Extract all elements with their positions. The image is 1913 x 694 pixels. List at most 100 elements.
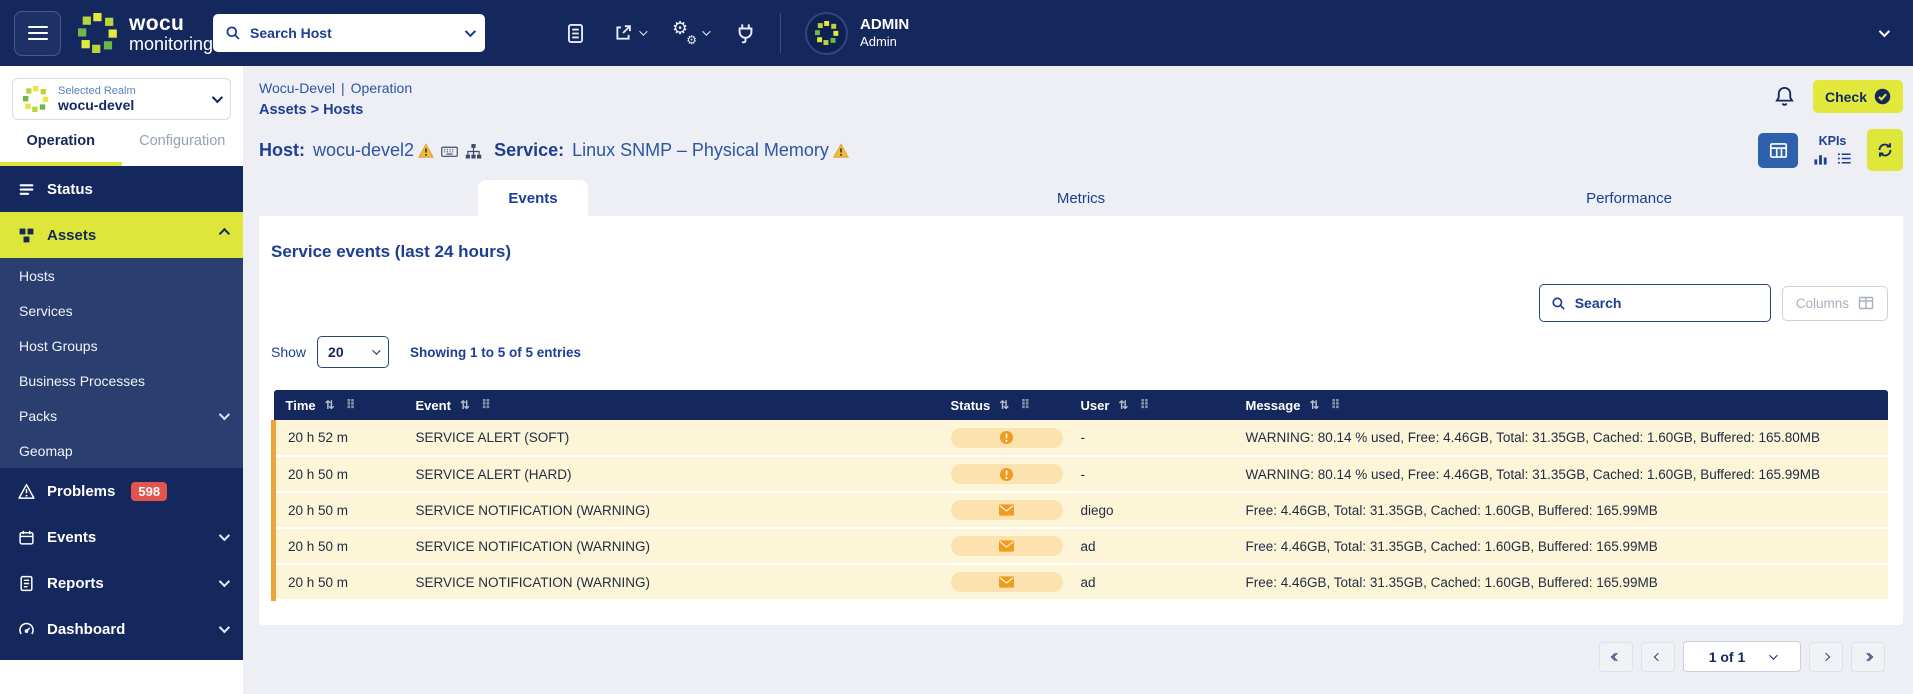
- sitemap-icon[interactable]: [465, 143, 482, 160]
- column-header-event[interactable]: Event ⇅ ⠿: [403, 390, 939, 420]
- tab-operation[interactable]: Operation: [0, 120, 122, 166]
- sidebar-item-assets[interactable]: Assets: [0, 212, 243, 258]
- service-value[interactable]: Linux SNMP – Physical Memory: [572, 140, 829, 161]
- realm-selector[interactable]: Selected Realm wocu-devel: [12, 78, 231, 120]
- sort-icon[interactable]: ⇅: [999, 398, 1009, 412]
- submenu-label: Business Processes: [19, 372, 146, 389]
- cell-time: 20 h 50 m: [271, 492, 404, 529]
- column-header-status[interactable]: Status ⇅ ⠿: [938, 390, 1069, 420]
- sidebar-item-events[interactable]: Events: [0, 514, 243, 560]
- cell-time: 20 h 52 m: [271, 420, 404, 457]
- submenu-label: Services: [19, 302, 73, 319]
- sidebar-item-problems[interactable]: Problems 598: [0, 468, 243, 514]
- drag-handle-icon[interactable]: ⠿: [1139, 397, 1149, 413]
- drag-handle-icon[interactable]: ⠿: [1330, 397, 1340, 413]
- sidebar-nav: Status Assets Hosts Services Host Groups…: [0, 166, 243, 660]
- sort-icon[interactable]: ⇅: [325, 398, 335, 412]
- bell-icon[interactable]: [1773, 85, 1796, 108]
- status-badge: [950, 464, 1063, 484]
- sidebar-item-services[interactable]: Services: [0, 293, 243, 328]
- sidebar-item-geomap[interactable]: Geomap: [0, 433, 243, 468]
- assets-cubes-icon: [19, 228, 34, 242]
- warning-triangle-icon: [418, 143, 434, 158]
- settings-button[interactable]: ⚙ ⚙: [672, 19, 711, 46]
- sidebar-item-host-groups[interactable]: Host Groups: [0, 328, 243, 363]
- breadcrumb-realm[interactable]: Wocu-Devel: [259, 80, 335, 96]
- sort-icon[interactable]: ⇅: [460, 398, 470, 412]
- tab-performance-label: Performance: [1586, 189, 1672, 207]
- user-menu[interactable]: ADMIN Admin: [805, 11, 1891, 55]
- tab-configuration[interactable]: Configuration: [122, 120, 244, 166]
- chevron-down-icon: [702, 27, 711, 36]
- chevron-down-icon[interactable]: [464, 25, 477, 38]
- refresh-button[interactable]: [1867, 129, 1903, 171]
- connections-button[interactable]: [735, 23, 756, 44]
- app-logo: wocu monitoring: [78, 13, 213, 53]
- table-row[interactable]: 20 h 50 m SERVICE ALERT (HARD) - WARNING…: [271, 456, 1888, 493]
- events-table: Time ⇅ ⠿ Event ⇅ ⠿ Status ⇅ ⠿ User ⇅ ⠿ Message ⇅ ⠿…: [271, 390, 1888, 601]
- chevron-down-icon: [218, 408, 231, 420]
- tab-metrics-label: Metrics: [1056, 189, 1106, 207]
- table-row[interactable]: 20 h 50 m SERVICE NOTIFICATION (WARNING)…: [271, 492, 1888, 529]
- host-value[interactable]: wocu-devel2: [313, 140, 414, 161]
- sidebar-item-business-processes[interactable]: Business Processes: [0, 363, 243, 398]
- host-search[interactable]: [213, 14, 486, 52]
- table-search-input[interactable]: [1574, 295, 1759, 311]
- sort-icon[interactable]: ⇅: [1309, 398, 1319, 412]
- page-select[interactable]: 1 of 1: [1683, 641, 1801, 672]
- refresh-icon: [1878, 143, 1892, 157]
- hamburger-menu-button[interactable]: [14, 10, 61, 56]
- cell-user: ad: [1068, 564, 1234, 601]
- sidebar-item-dashboard[interactable]: Dashboard: [0, 606, 243, 652]
- drag-handle-icon[interactable]: ⠿: [481, 397, 491, 413]
- page-size-value: 20: [328, 344, 344, 360]
- table-row[interactable]: 20 h 52 m SERVICE ALERT (SOFT) - WARNING…: [271, 420, 1888, 457]
- sidebar-item-hosts[interactable]: Hosts: [0, 258, 243, 293]
- logs-button[interactable]: [565, 23, 586, 44]
- next-page-button[interactable]: [1809, 641, 1843, 672]
- topbar-divider: [780, 13, 782, 53]
- columns-button[interactable]: Columns: [1781, 285, 1888, 321]
- table-search[interactable]: [1538, 284, 1771, 322]
- cell-time: 20 h 50 m: [271, 564, 404, 601]
- tab-performance[interactable]: Performance: [1355, 180, 1903, 216]
- host-title: Host: wocu-devel2: [259, 140, 414, 161]
- first-page-button[interactable]: [1599, 641, 1633, 672]
- column-header-time[interactable]: Time ⇅ ⠿: [273, 390, 404, 420]
- sidebar-item-packs[interactable]: Packs: [0, 398, 243, 433]
- submenu-label: Hosts: [19, 267, 55, 284]
- keyboard-icon[interactable]: [441, 143, 458, 160]
- show-label: Show: [271, 344, 307, 360]
- host-search-input[interactable]: [250, 25, 457, 41]
- table-row[interactable]: 20 h 50 m SERVICE NOTIFICATION (WARNING)…: [271, 564, 1888, 601]
- page-size-select[interactable]: 20: [317, 336, 390, 368]
- cell-user: ad: [1068, 528, 1234, 565]
- columns-button-label: Columns: [1795, 295, 1849, 311]
- drag-handle-icon[interactable]: ⠿: [346, 397, 356, 413]
- column-header-message[interactable]: Message ⇅ ⠿: [1233, 390, 1888, 420]
- last-page-button[interactable]: [1851, 641, 1885, 672]
- check-button[interactable]: Check: [1812, 80, 1903, 113]
- cell-event: SERVICE NOTIFICATION (WARNING): [403, 564, 939, 601]
- column-header-user[interactable]: User ⇅ ⠿: [1068, 390, 1234, 420]
- breadcrumb-path[interactable]: Assets > Hosts: [259, 102, 412, 118]
- chevron-down-icon[interactable]: [1878, 25, 1891, 38]
- content-tabs: Events Metrics Performance: [259, 180, 1903, 216]
- sidebar-item-status[interactable]: Status: [0, 166, 243, 212]
- sort-icon[interactable]: ⇅: [1118, 398, 1128, 412]
- table-view-button[interactable]: [1758, 132, 1798, 168]
- previous-page-button[interactable]: [1641, 641, 1675, 672]
- table-row[interactable]: 20 h 50 m SERVICE NOTIFICATION (WARNING)…: [271, 528, 1888, 565]
- tab-metrics[interactable]: Metrics: [807, 180, 1355, 216]
- bar-chart-icon[interactable]: [1813, 151, 1828, 166]
- list-icon[interactable]: [1837, 151, 1852, 166]
- external-link-icon: [616, 25, 631, 40]
- sidebar-item-reports[interactable]: Reports: [0, 560, 243, 606]
- column-label: Time: [285, 397, 316, 413]
- external-apps-button[interactable]: [613, 23, 648, 43]
- breadcrumb-section[interactable]: Operation: [351, 80, 412, 96]
- tab-events[interactable]: Events: [259, 180, 807, 216]
- topbar: wocu monitoring ⚙⚙: [0, 0, 1913, 66]
- problems-count-badge: 598: [131, 481, 168, 501]
- drag-handle-icon[interactable]: ⠿: [1020, 397, 1030, 413]
